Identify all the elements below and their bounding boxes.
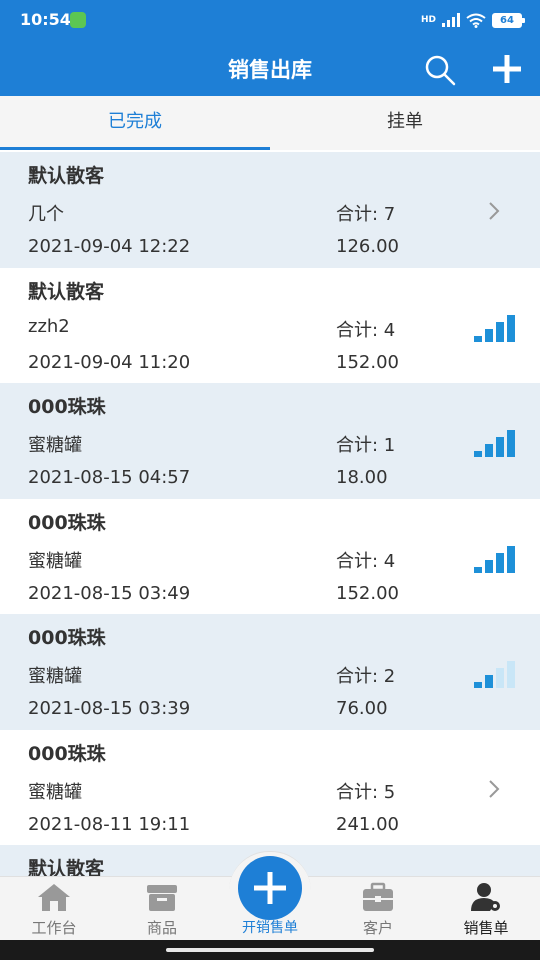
signal-bar [485,444,493,457]
status-indicators: HD 64 [420,11,525,29]
order-customer: 000珠珠 [28,627,106,649]
user-gear-icon [471,883,500,911]
signal-bar [496,321,504,342]
order-total-qty: 合计: 4 [336,550,396,572]
order-list: 默认散客 几个 合计: 7 2021-09-04 12:22 126.00 默认散客 zzh… [0,152,540,876]
order-row[interactable]: 000珠珠蜜糖罐 合计: 4 2021-08-15 03:49 152.00 [0,499,540,615]
signal-bar [485,328,493,342]
chevron-right-icon [489,779,500,798]
status-signal-icon [474,430,515,457]
order-customer: 000珠珠 [28,742,106,765]
status-bar: 10:54 HD 64 [0,0,540,40]
signal-bar [485,675,493,688]
order-total-qty: 合计: 4 [336,319,396,341]
signal-bar [507,314,515,342]
order-date: 2021-08-15 03:49 [28,582,191,604]
order-row[interactable]: 000珠珠蜜糖罐 合计: 2 2021-08-15 03:39 76.00 [0,614,540,730]
order-amount: 152.00 [336,582,399,604]
app-header: 销售出库 [0,40,540,96]
tab-pending[interactable]: 挂单 [270,96,540,150]
home-icon [38,884,70,911]
app-notification-icon [70,12,86,28]
nav-label: 工作台 [31,919,77,937]
order-date: 2021-09-04 12:22 [28,236,191,257]
status-signal-icon [474,314,515,342]
order-product: 蜜糖罐 [28,666,82,687]
signal-bar [474,335,482,342]
order-product: 蜜糖罐 [28,781,82,803]
order-product: 几个 [28,204,64,225]
plus-circle-icon [254,872,286,904]
nav-item-customers[interactable]: 客户 [324,877,432,941]
order-row[interactable]: 默认散客几个 合计: 7 2021-09-04 12:22 126.00 [0,152,540,268]
status-signal-icon [474,545,515,573]
chevron-right-icon [489,202,500,220]
network-type-label: HD [420,14,436,25]
order-row[interactable]: 000珠珠蜜糖罐 合计: 1 2021-08-15 04:57 18.00 [0,383,540,499]
order-amount: 18.00 [336,467,388,488]
status-signal-icon [474,661,515,688]
order-row[interactable]: 默认散客 zzh2 合计: 4 2021-09-04 11:20 152.00 [0,268,540,384]
signal-bar [496,552,504,573]
status-time: 10:54 [20,10,71,29]
nav-item-sales-orders[interactable]: 销售单 [432,877,540,941]
nav-item-workbench[interactable]: 工作台 [0,877,108,941]
new-sales-order-label: 开销售单 [242,920,298,936]
home-indicator[interactable] [166,948,374,952]
order-amount: 126.00 [336,236,399,257]
page-title: 销售出库 [228,58,312,82]
order-customer: 000珠珠 [28,396,106,418]
order-row[interactable]: 000珠珠蜜糖罐 合计: 5 2021-08-11 19:11 241.00 [0,730,540,846]
order-date: 2021-08-11 19:11 [28,813,191,835]
tab-completed[interactable]: 已完成 [0,96,270,150]
nav-label: 客户 [362,919,393,937]
order-product: 蜜糖罐 [28,435,82,456]
new-sales-order-button[interactable] [238,856,302,920]
signal-bar [474,451,482,457]
signal-bar [507,545,515,573]
nav-item-goods[interactable]: 商品 [108,877,216,941]
nav-label: 商品 [146,919,177,937]
wifi-icon [466,13,486,28]
search-icon[interactable] [424,54,456,86]
order-total-qty: 合计: 7 [336,204,396,225]
nav-label: 销售单 [463,919,509,937]
order-date: 2021-08-15 04:57 [28,467,191,488]
order-customer: 默认散客 [28,165,105,187]
order-date: 2021-08-15 03:39 [28,698,191,719]
order-total-qty: 合计: 1 [336,435,396,456]
system-gesture-bar [0,940,540,960]
order-customer: 000珠珠 [28,511,106,534]
plus-icon[interactable] [490,52,524,86]
signal-bar [507,661,515,688]
briefcase-icon [363,882,393,911]
signal-bar [496,437,504,457]
order-product: zzh2 [28,315,70,337]
order-amount: 241.00 [336,813,399,835]
cell-signal-icon [442,13,460,27]
signal-bar [474,682,482,688]
order-customer: 默认散客 [28,280,105,303]
order-amount: 152.00 [336,351,399,373]
battery-icon: 64 [492,12,525,28]
signal-bar [507,430,515,457]
box-icon [147,885,177,911]
order-total-qty: 合计: 5 [336,781,396,803]
signal-bar [496,668,504,688]
order-customer: 默认散客 [28,858,105,876]
order-amount: 76.00 [336,698,388,719]
order-total-qty: 合计: 2 [336,666,396,687]
order-product: 蜜糖罐 [28,550,82,572]
signal-bar [474,566,482,573]
tab-bar: 已完成 挂单 [0,96,540,150]
signal-bar [485,559,493,573]
order-date: 2021-09-04 11:20 [28,351,191,373]
